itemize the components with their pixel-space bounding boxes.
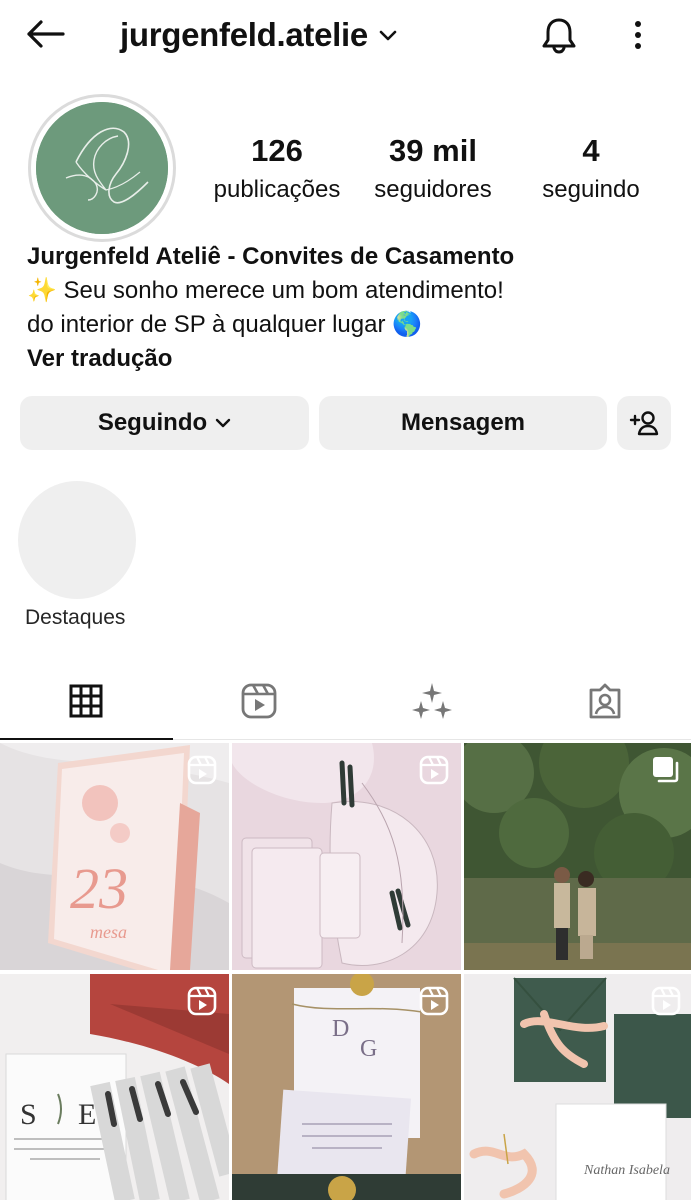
tab-posts-grid[interactable]: [0, 662, 173, 740]
tab-collabs[interactable]: [346, 662, 519, 739]
post-tile[interactable]: [464, 743, 691, 970]
more-options-button[interactable]: [620, 12, 656, 58]
add-user-icon: [629, 411, 659, 436]
posts-grid: 23 mesa S E D G Nathan Isabela: [0, 743, 691, 1200]
reels-icon: [187, 986, 217, 1016]
chevron-down-icon: [215, 418, 231, 428]
svg-text:S: S: [20, 1098, 37, 1131]
message-button[interactable]: Mensagem: [319, 396, 607, 450]
stat-followers[interactable]: 39 mil seguidores: [364, 132, 502, 210]
message-button-label: Mensagem: [400, 409, 526, 436]
tab-reels[interactable]: [173, 662, 346, 739]
stat-following-label: seguindo: [542, 176, 640, 203]
stat-following[interactable]: 4 seguindo: [530, 132, 652, 210]
stat-posts-count: 126: [251, 133, 303, 168]
following-button-label: Seguindo: [97, 409, 208, 436]
highlight-circle: [18, 481, 136, 599]
reels-icon: [419, 986, 449, 1016]
post-tile[interactable]: Nathan Isabela: [464, 974, 691, 1200]
profile-bio: Jurgenfeld Ateliê - Convites de Casament…: [27, 240, 667, 376]
stat-following-count: 4: [582, 133, 600, 168]
bio-line-1: ✨ Seu sonho merece um bom atendimento!: [27, 277, 504, 304]
tab-tagged[interactable]: [518, 662, 691, 739]
reels-icon: [419, 755, 449, 785]
profile-tabs: [0, 662, 691, 740]
avatar-logo: [36, 102, 168, 234]
reels-icon: [651, 986, 681, 1016]
arrow-left-icon: [27, 20, 65, 48]
svg-text:G: G: [360, 1036, 377, 1062]
reels-icon: [187, 755, 217, 785]
grid-icon: [69, 684, 103, 717]
tagged-icon: [589, 683, 621, 718]
svg-text:23: 23: [70, 856, 128, 921]
more-vertical-icon: [635, 21, 641, 49]
svg-text:E: E: [78, 1098, 96, 1131]
stat-followers-label: seguidores: [374, 176, 492, 203]
stat-posts[interactable]: 126 publicações: [204, 132, 350, 210]
post-tile[interactable]: D G: [232, 974, 461, 1200]
reels-icon: [241, 683, 277, 718]
username: jurgenfeld.atelie: [120, 16, 368, 53]
post-tile[interactable]: 23 mesa: [0, 743, 229, 970]
top-bar: jurgenfeld.atelie: [0, 0, 691, 70]
sparkles-icon: [411, 682, 452, 719]
notifications-button[interactable]: [536, 12, 582, 58]
post-tile[interactable]: S E: [0, 974, 229, 1200]
see-translation-link[interactable]: Ver tradução: [27, 342, 667, 376]
back-button[interactable]: [22, 14, 68, 54]
bio-line-2: do interior de SP à qualquer lugar 🌎: [27, 311, 423, 338]
profile-avatar[interactable]: [28, 94, 176, 242]
highlight-item[interactable]: [18, 481, 136, 599]
stat-followers-count: 39 mil: [389, 133, 477, 168]
highlight-label: Destaques: [25, 606, 126, 629]
svg-text:Nathan Isabela: Nathan Isabela: [583, 1163, 670, 1178]
suggested-users-button[interactable]: [617, 396, 671, 450]
profile-name: Jurgenfeld Ateliê - Convites de Casament…: [27, 243, 515, 270]
carousel-icon: [653, 757, 679, 783]
calla-lily-logo: [36, 102, 168, 234]
post-tile[interactable]: [232, 743, 461, 970]
svg-text:D: D: [332, 1016, 349, 1042]
account-switcher[interactable]: jurgenfeld.atelie: [120, 14, 398, 56]
svg-text:mesa: mesa: [90, 922, 127, 942]
bell-icon: [542, 18, 576, 54]
chevron-down-icon: [379, 30, 397, 41]
following-button[interactable]: Seguindo: [20, 396, 309, 450]
stat-posts-label: publicações: [213, 176, 341, 203]
